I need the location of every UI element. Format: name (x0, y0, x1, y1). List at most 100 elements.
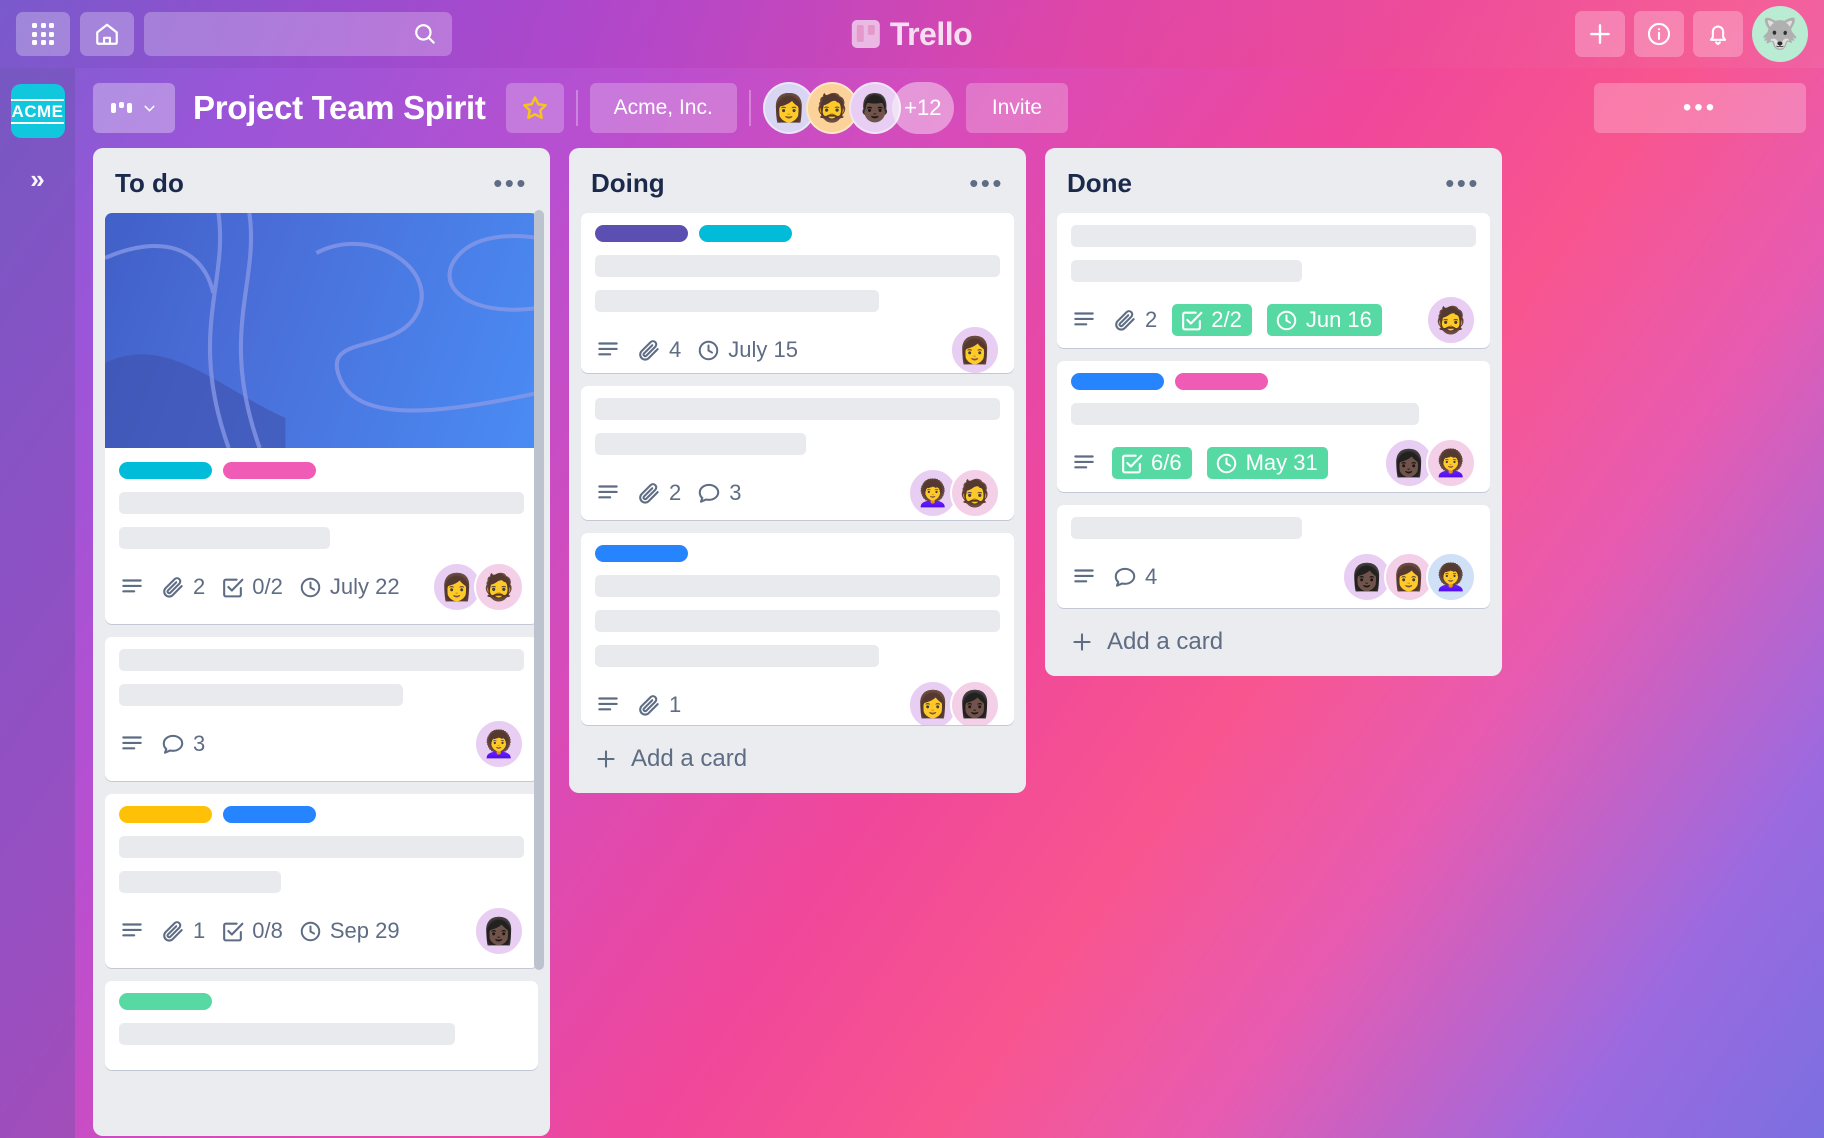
expand-sidebar-button[interactable]: » (30, 164, 44, 195)
card-label[interactable] (595, 544, 688, 562)
card[interactable]: 2 2/2 Jun 16 🧔 (1057, 213, 1490, 349)
badge-description (119, 574, 145, 600)
badge-due-date-label: Jun 16 (1305, 307, 1372, 332)
card-labels (119, 806, 524, 823)
card-label[interactable] (119, 806, 212, 823)
workspace-logo[interactable]: ACME (10, 84, 65, 138)
home-button[interactable] (80, 12, 134, 56)
card-badges: 2 0/2 July 22 👩 🧔 (119, 562, 524, 612)
top-bar-actions: 🐺 (1575, 6, 1808, 62)
badge-due-date: Jun 16 (1266, 304, 1382, 336)
comment-icon (699, 484, 720, 504)
card-title-placeholder (119, 684, 403, 706)
avatar[interactable]: 🧔 (1426, 295, 1476, 345)
badge-description (595, 480, 621, 506)
badge-due-date: July 22 (298, 574, 400, 600)
badge-comments-count: 4 (1145, 564, 1158, 590)
comment-icon (162, 734, 184, 754)
badge-description (1071, 307, 1097, 333)
add-card-button[interactable]: Add a card (579, 729, 1016, 787)
description-icon (1074, 455, 1094, 469)
card-badges: 6/6 May 31 👩🏿 👩‍🦱 (1071, 438, 1476, 489)
card-label[interactable] (119, 462, 212, 479)
badge-checklist-count: 0/2 (252, 574, 283, 599)
search-input[interactable] (158, 25, 412, 43)
avatar[interactable]: 👩‍🦱 (474, 719, 524, 769)
card-title-placeholder (119, 836, 524, 858)
card-members: 👩‍🦱 🧔 (908, 468, 1000, 519)
list-scrollbar[interactable] (534, 210, 544, 970)
workspace-rail: ACME » (0, 68, 75, 1138)
card[interactable]: 6/6 May 31 👩🏿 👩‍🦱 (1057, 361, 1490, 493)
search-icon[interactable] (412, 21, 438, 47)
badge-checklist: 0/8 (220, 918, 283, 944)
card-members: 👩🏿 (474, 906, 524, 956)
search-box[interactable] (144, 12, 452, 56)
list-menu-button[interactable]: ••• (1445, 170, 1480, 195)
badge-attachments: 2 (636, 480, 681, 506)
invite-button[interactable]: Invite (965, 83, 1069, 133)
card-members: 👩‍🦱 (474, 719, 524, 769)
board-menu-button[interactable]: ••• (1594, 83, 1806, 133)
badge-due-date: Sep 29 (298, 918, 400, 944)
profile-avatar[interactable]: 🐺 (1752, 6, 1808, 62)
card-labels (119, 462, 524, 479)
card-label[interactable] (1175, 373, 1268, 391)
card[interactable]: 4 👩🏿 👩 👩‍🦱 (1057, 505, 1490, 608)
card-title-placeholder (119, 871, 281, 893)
add-card-button[interactable]: Add a card (1055, 612, 1492, 670)
card[interactable]: 1 0/8 Sep 29 👩🏿 (105, 794, 538, 968)
card-members: 👩 (950, 325, 1000, 374)
plus-icon (1590, 24, 1610, 44)
card-label[interactable] (223, 806, 316, 823)
avatar[interactable]: 👩‍🦱 (1426, 552, 1476, 603)
badge-attachments: 1 (160, 918, 205, 944)
members-overflow-count[interactable]: +12 (891, 82, 954, 134)
avatar[interactable]: 👩🏿 (950, 679, 1000, 725)
badge-checklist-count: 6/6 (1151, 450, 1182, 476)
avatar[interactable]: 🧔 (474, 562, 524, 612)
card-title-placeholder (119, 527, 330, 549)
card-label[interactable] (223, 462, 316, 479)
star-board-button[interactable] (505, 83, 564, 133)
card[interactable]: 1 👩 👩🏿 (581, 532, 1014, 725)
brand-name: Trello (889, 15, 973, 52)
avatar[interactable]: 👩🏿 (474, 906, 524, 956)
card-label[interactable] (1071, 373, 1164, 391)
badge-attachments: 2 (160, 574, 205, 600)
list-title: Done (1067, 168, 1132, 198)
badge-comments: 4 (1112, 564, 1157, 590)
badge-due-date: May 31 (1206, 447, 1328, 480)
badge-checklist-count: 2/2 (1211, 307, 1242, 332)
card-label[interactable] (119, 993, 212, 1010)
card-label[interactable] (595, 225, 688, 242)
card-badges: 1 👩 👩🏿 (595, 679, 1000, 725)
card-title-placeholder (595, 290, 879, 312)
card-badges: 2 2/2 Jun 16 🧔 (1071, 295, 1476, 345)
badge-comments-count: 3 (729, 480, 742, 506)
avatar[interactable]: 👩 (950, 325, 1000, 374)
card-members: 👩🏿 👩 👩‍🦱 (1342, 552, 1476, 603)
avatar[interactable]: 🧔 (950, 468, 1000, 519)
workspace-logo-text: ACME (11, 98, 64, 124)
card[interactable]: 2 3 👩‍🦱 🧔 (581, 386, 1014, 520)
avatar[interactable]: 👩‍🦱 (1426, 438, 1476, 489)
list-title: To do (115, 168, 184, 198)
attachment-icon (639, 694, 659, 716)
card[interactable]: 3 👩‍🦱 (105, 637, 538, 781)
card[interactable]: 2 0/2 July 22 👩 🧔 (105, 213, 538, 624)
card[interactable]: 4 July 15 👩 (581, 213, 1014, 374)
list-menu-button[interactable]: ••• (969, 170, 1004, 195)
card-label[interactable] (699, 225, 792, 242)
team-name-button[interactable]: Acme, Inc. (589, 83, 737, 133)
info-button[interactable] (1634, 11, 1684, 57)
notifications-button[interactable] (1693, 11, 1743, 57)
card-badges: 4 👩🏿 👩 👩‍🦱 (1071, 552, 1476, 603)
board-view-switcher[interactable] (93, 83, 175, 133)
card[interactable] (105, 981, 538, 1070)
list-menu-button[interactable]: ••• (493, 170, 528, 195)
card-members: 🧔 (1426, 295, 1476, 345)
add-button[interactable] (1575, 11, 1625, 57)
apps-grid-button[interactable] (16, 12, 70, 56)
description-icon (598, 697, 618, 711)
